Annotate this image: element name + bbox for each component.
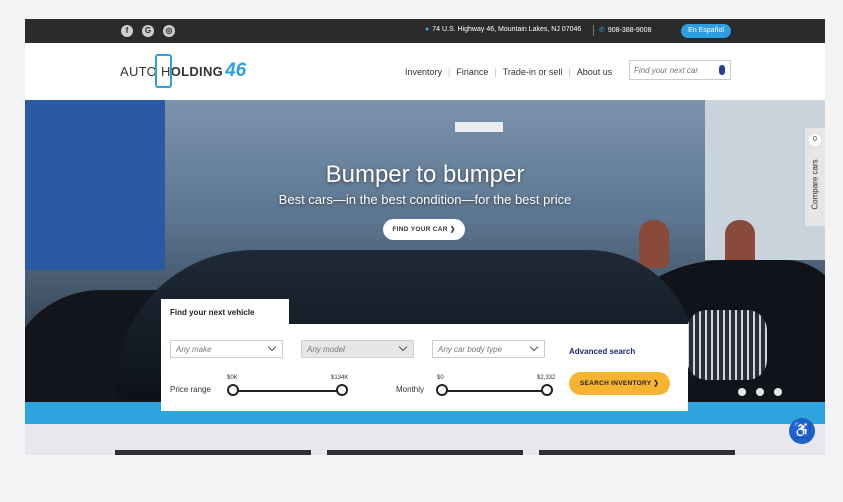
logo-number: 46 (225, 60, 247, 81)
body-type-select-value: Any car body type (438, 345, 503, 354)
search-input[interactable] (634, 64, 718, 77)
price-range-track (233, 390, 343, 392)
body-type-select[interactable]: Any car body type (432, 340, 545, 358)
site-logo[interactable]: AUTO HOLDING 46 (120, 54, 246, 88)
logo-phone-icon (155, 54, 172, 88)
section-card (327, 450, 523, 455)
page: f G ◎ ● 74 U.S. Highway 46, Mountain Lake… (25, 19, 825, 455)
hero-photo-grille (687, 310, 767, 380)
address-link[interactable]: ● 74 U.S. Highway 46, Mountain Lakes, NJ … (425, 26, 581, 33)
main-nav: Inventory | Finance | Trade-in or sell |… (405, 67, 612, 77)
hero-photo-seat (639, 220, 669, 268)
price-range-min: $0K (227, 375, 238, 381)
carousel-dot[interactable] (756, 388, 764, 396)
model-select-value: Any model (307, 345, 345, 354)
search-panel-tab[interactable]: Find your next vehicle (161, 299, 289, 326)
monthly-max: $2,332 (537, 375, 556, 381)
hero-title: Bumper to bumper (325, 161, 525, 188)
address-text: 74 U.S. Highway 46, Mountain Lakes, NJ 0… (432, 26, 582, 33)
language-button[interactable]: En Español (681, 24, 731, 38)
section-card (539, 450, 735, 455)
compare-cars-tab[interactable]: 0 Compare cars (805, 128, 825, 226)
carousel-dot[interactable] (738, 388, 746, 396)
phone-icon: ✆ (599, 27, 605, 34)
find-your-car-button[interactable]: FIND YOUR CAR ❯ (383, 219, 465, 240)
make-select[interactable]: Any make (170, 340, 283, 358)
phone-text: 908-388-9008 (607, 27, 652, 34)
facebook-icon[interactable]: f (121, 25, 133, 37)
divider (593, 25, 594, 36)
nav-separator: | (568, 67, 571, 77)
monthly-min-handle[interactable] (436, 384, 448, 396)
top-bar: f G ◎ ● 74 U.S. Highway 46, Mountain Lake… (25, 19, 825, 43)
section-card (115, 450, 311, 455)
map-pin-icon: ● (425, 26, 430, 33)
chevron-down-icon (529, 342, 539, 352)
phone-link[interactable]: ✆ 908-388-9008 (599, 26, 651, 34)
make-select-value: Any make (176, 345, 212, 354)
accessibility-icon[interactable]: ♿ (789, 418, 815, 444)
search-inventory-button[interactable]: SEARCH INVENTORY ❯ (569, 372, 670, 395)
carousel-dot[interactable] (774, 388, 782, 396)
monthly-max-handle[interactable] (541, 384, 553, 396)
price-range-label: Price range (170, 385, 211, 394)
browser-frame: f G ◎ ● 74 U.S. Highway 46, Mountain Lake… (0, 0, 843, 502)
nav-trade-in[interactable]: Trade-in or sell (503, 67, 563, 77)
price-range-max: $134K (331, 375, 349, 381)
instagram-icon[interactable]: ◎ (163, 25, 175, 37)
vehicle-search-panel: Any make Any model Any car body type Adv… (161, 324, 688, 411)
nav-about[interactable]: About us (577, 67, 613, 77)
chevron-down-icon (267, 342, 277, 352)
compare-label: Compare cars (810, 159, 820, 210)
monthly-label: Monthly (396, 385, 425, 394)
chevron-down-icon (398, 342, 408, 352)
hero-subtitle: Best cars—in the best condition—for the … (278, 192, 572, 207)
microphone-icon[interactable] (719, 65, 725, 75)
header-search (629, 60, 731, 80)
compare-count-badge: 0 (809, 134, 821, 146)
advanced-search-link[interactable]: Advanced search (569, 347, 635, 356)
model-select[interactable]: Any model (301, 340, 414, 358)
search-panel-title: Find your next vehicle (170, 308, 255, 317)
monthly-track (442, 390, 548, 392)
hero-photo-light (455, 122, 503, 132)
nav-separator: | (448, 67, 451, 77)
nav-finance[interactable]: Finance (456, 67, 488, 77)
price-range-max-handle[interactable] (336, 384, 348, 396)
google-icon[interactable]: G (142, 25, 154, 37)
site-header: AUTO HOLDING 46 Inventory | Finance | Tr… (25, 43, 825, 100)
monthly-min: $0 (437, 375, 444, 381)
nav-separator: | (494, 67, 497, 77)
price-range-min-handle[interactable] (227, 384, 239, 396)
nav-inventory[interactable]: Inventory (405, 67, 442, 77)
